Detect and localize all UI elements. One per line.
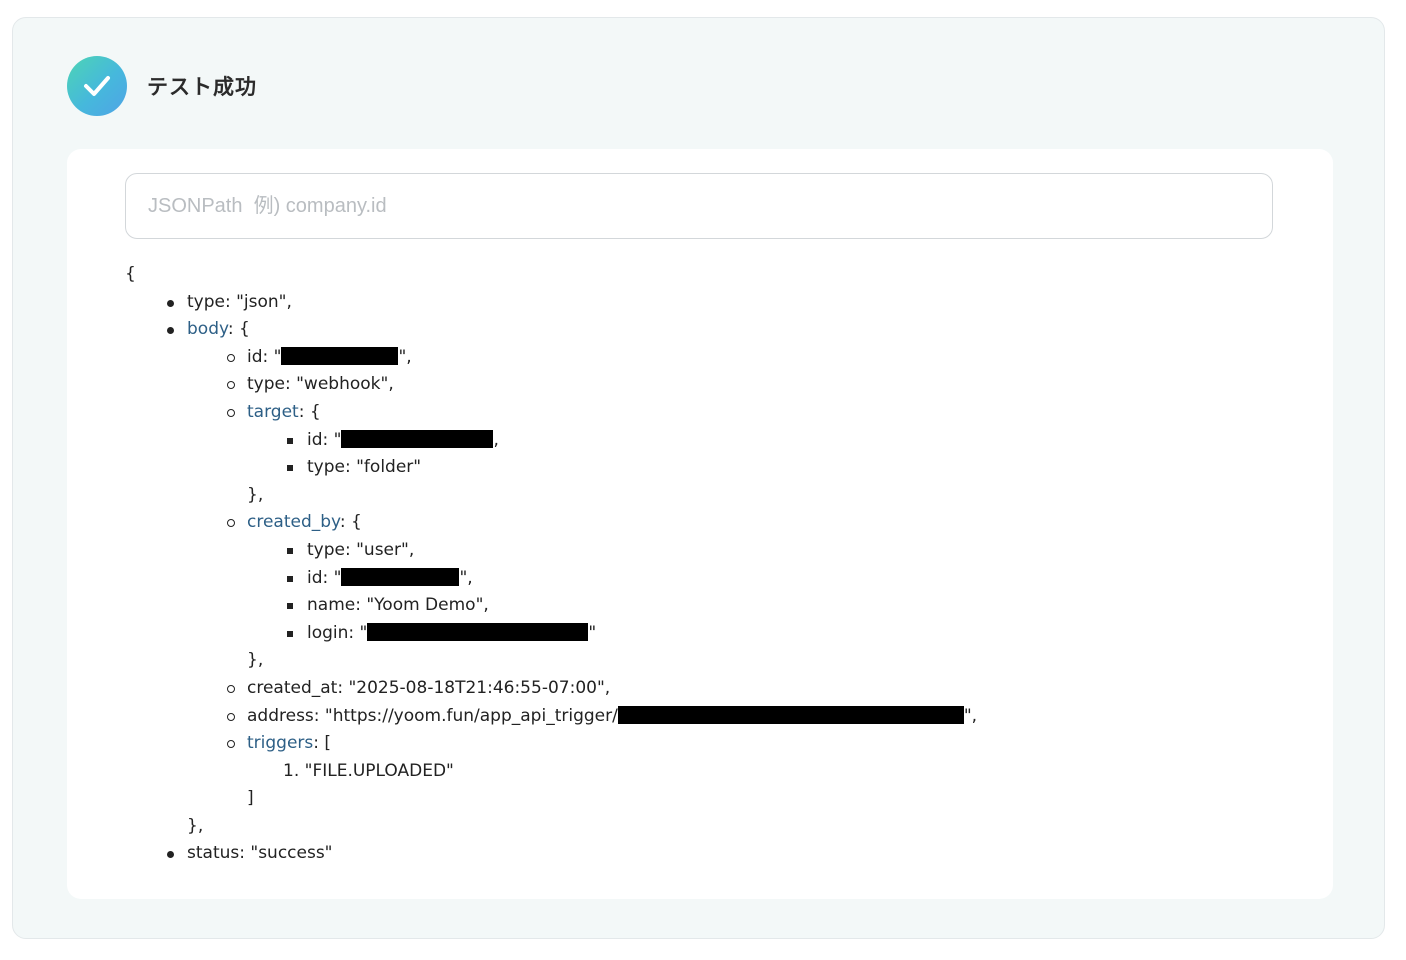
redacted-block <box>341 567 460 586</box>
address-prefix: address: "https://yoom.fun/app_api_trigg… <box>247 705 618 726</box>
json-status-text: status: "success" <box>187 843 333 864</box>
check-icon <box>84 76 110 96</box>
json-result-panel: { type: "json", body: { id: "", type: "w… <box>67 149 1333 899</box>
body-close: }, <box>187 815 204 836</box>
created-by-item: created_by: { <box>125 509 977 537</box>
body-id-item: id: " ", <box>125 344 977 372</box>
triggers-close: ] <box>247 788 254 809</box>
body-id-suffix: ", <box>398 346 412 367</box>
test-result-container: テスト成功 { type: "json", body: { id: "", ty… <box>12 17 1385 939</box>
json-open-brace: { <box>125 264 136 284</box>
target-id-prefix: id: " <box>307 429 342 450</box>
created-at-text: created_at: "2025-08-18T21:46:55-07:00", <box>247 677 611 698</box>
triggers-key-toggle[interactable]: triggers <box>247 733 313 753</box>
login-suffix: " <box>588 622 597 643</box>
address-item: address: "https://yoom.fun/app_api_trigg… <box>125 703 977 731</box>
body-type-item: type: "webhook", <box>125 371 977 399</box>
target-type-item: type: "folder" <box>125 454 977 482</box>
json-type-item: type: "json", <box>125 289 977 317</box>
json-body-item: body: { <box>125 316 977 344</box>
redacted-block <box>341 429 494 448</box>
user-id-item: id: " ", <box>125 565 977 593</box>
body-type-text: type: "webhook", <box>247 374 394 395</box>
target-key-toggle[interactable]: target <box>247 402 299 422</box>
created-by-key-toggle[interactable]: created_by <box>247 512 340 532</box>
body-id-prefix: id: " <box>247 346 282 367</box>
redacted-block <box>617 705 964 724</box>
created-by-close: }, <box>247 650 264 671</box>
body-open: : { <box>227 319 250 340</box>
user-type-item: type: "user", <box>125 537 977 565</box>
trigger-list-item: 1. "FILE.UPLOADED" <box>283 760 454 781</box>
json-tree: { type: "json", body: { id: " ", type: "w… <box>125 261 977 868</box>
target-item: target: { <box>125 399 977 427</box>
test-status: テスト成功 <box>67 56 257 116</box>
user-id-suffix: ", <box>459 567 473 588</box>
user-type-text: type: "user", <box>307 539 415 560</box>
address-suffix: ", <box>963 705 978 726</box>
status-title: テスト成功 <box>147 75 257 99</box>
user-id-prefix: id: " <box>307 567 342 588</box>
triggers-item: triggers: [ <box>125 730 977 758</box>
triggers-open: : [ <box>313 733 332 754</box>
success-badge <box>67 56 127 116</box>
login-prefix: login: " <box>307 622 368 643</box>
json-status-item: status: "success" <box>125 840 977 868</box>
body-key-toggle[interactable]: body <box>187 319 228 339</box>
target-type-text: type: "folder" <box>307 457 422 478</box>
target-open: : { <box>298 401 321 422</box>
jsonpath-input[interactable] <box>125 173 1273 239</box>
redacted-block <box>367 622 589 641</box>
json-type-text: type: "json", <box>187 291 292 312</box>
user-login-item: login: " " <box>125 620 977 648</box>
target-id-item: id: ", <box>125 427 977 455</box>
created-by-open: : { <box>339 512 362 533</box>
created-at-item: created_at: "2025-08-18T21:46:55-07:00", <box>125 675 977 703</box>
redacted-block <box>281 346 399 365</box>
user-name-text: name: "Yoom Demo", <box>307 595 489 616</box>
target-close: }, <box>247 484 264 505</box>
target-id-suffix: , <box>493 429 499 450</box>
user-name-item: name: "Yoom Demo", <box>125 592 977 620</box>
